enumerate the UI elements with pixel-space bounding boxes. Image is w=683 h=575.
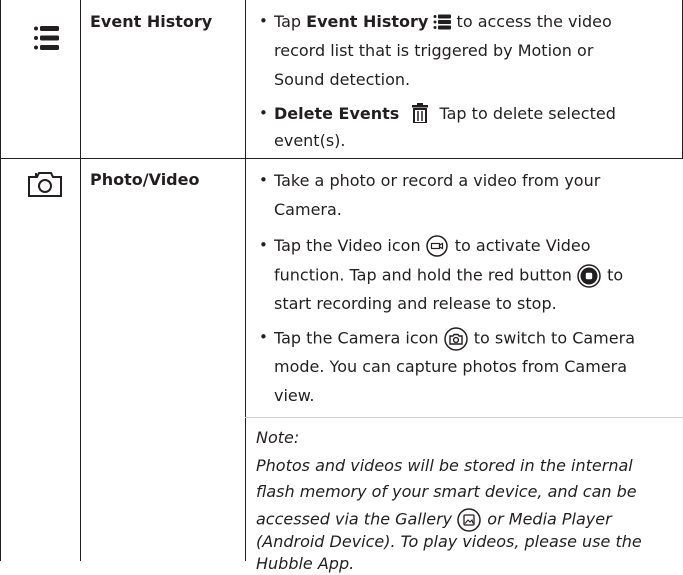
- bullet-dot: •: [259, 104, 268, 122]
- note-divider: [245, 417, 683, 418]
- photo-video-bullet-2-line-1: Tap the Video icon to activate Video: [274, 235, 591, 258]
- row-label-photo-video: Photo/Video: [90, 170, 200, 189]
- list-icon: [33, 25, 59, 51]
- event-history-bullet-2-line-2: event(s).: [274, 131, 346, 150]
- row-label-event-history: Event History: [90, 12, 213, 31]
- note-line-4: (Android Device). To play videos, please…: [256, 532, 642, 551]
- camera-icon: [27, 170, 63, 198]
- gallery-icon: [457, 508, 481, 532]
- table-border-icon-col: [80, 0, 81, 561]
- table-row-divider: [0, 158, 683, 159]
- note-line-3: accessed via the Gallery or Media Player: [256, 508, 612, 532]
- list-icon: [433, 12, 452, 34]
- photo-video-bullet-3-line-1: Tap the Camera icon to switch to Camera: [274, 327, 635, 351]
- note-title: Note:: [256, 428, 300, 447]
- photo-video-bullet-2-line-3: start recording and release to stop.: [274, 294, 557, 313]
- bullet-dot: •: [259, 12, 268, 30]
- photo-video-bullet-3-line-3: view.: [274, 386, 315, 405]
- note-line-2: flash memory of your smart device, and c…: [256, 482, 637, 501]
- trash-icon: [412, 103, 429, 126]
- camera-mode-icon: [443, 327, 468, 351]
- photo-video-bullet-1-line-1: Take a photo or record a video from your: [274, 171, 601, 190]
- event-history-bullet-1-line-2: record list that is triggered by Motion …: [274, 41, 594, 60]
- bullet-dot: •: [259, 328, 268, 346]
- table-border-left: [0, 0, 1, 561]
- event-history-bullet-2-line-1: Delete Events Tap to delete selected: [274, 103, 616, 126]
- note-line-5: Hubble App.: [256, 554, 355, 573]
- bullet-dot: •: [259, 236, 268, 254]
- table-border-label-col: [245, 0, 246, 561]
- video-icon: [425, 235, 448, 258]
- record-button-icon: [577, 264, 601, 288]
- photo-video-bullet-3-line-2: mode. You can capture photos from Camera: [274, 357, 628, 376]
- event-history-bullet-1-line-1: Tap Event History to access the video: [274, 11, 612, 34]
- note-line-1: Photos and videos will be stored in the …: [256, 456, 633, 475]
- photo-video-bullet-1-line-2: Camera.: [274, 200, 342, 219]
- photo-video-bullet-2-line-2: function. Tap and hold the red button to: [274, 264, 623, 288]
- event-history-bullet-1-line-3: Sound detection.: [274, 70, 411, 89]
- bullet-dot: •: [259, 171, 268, 189]
